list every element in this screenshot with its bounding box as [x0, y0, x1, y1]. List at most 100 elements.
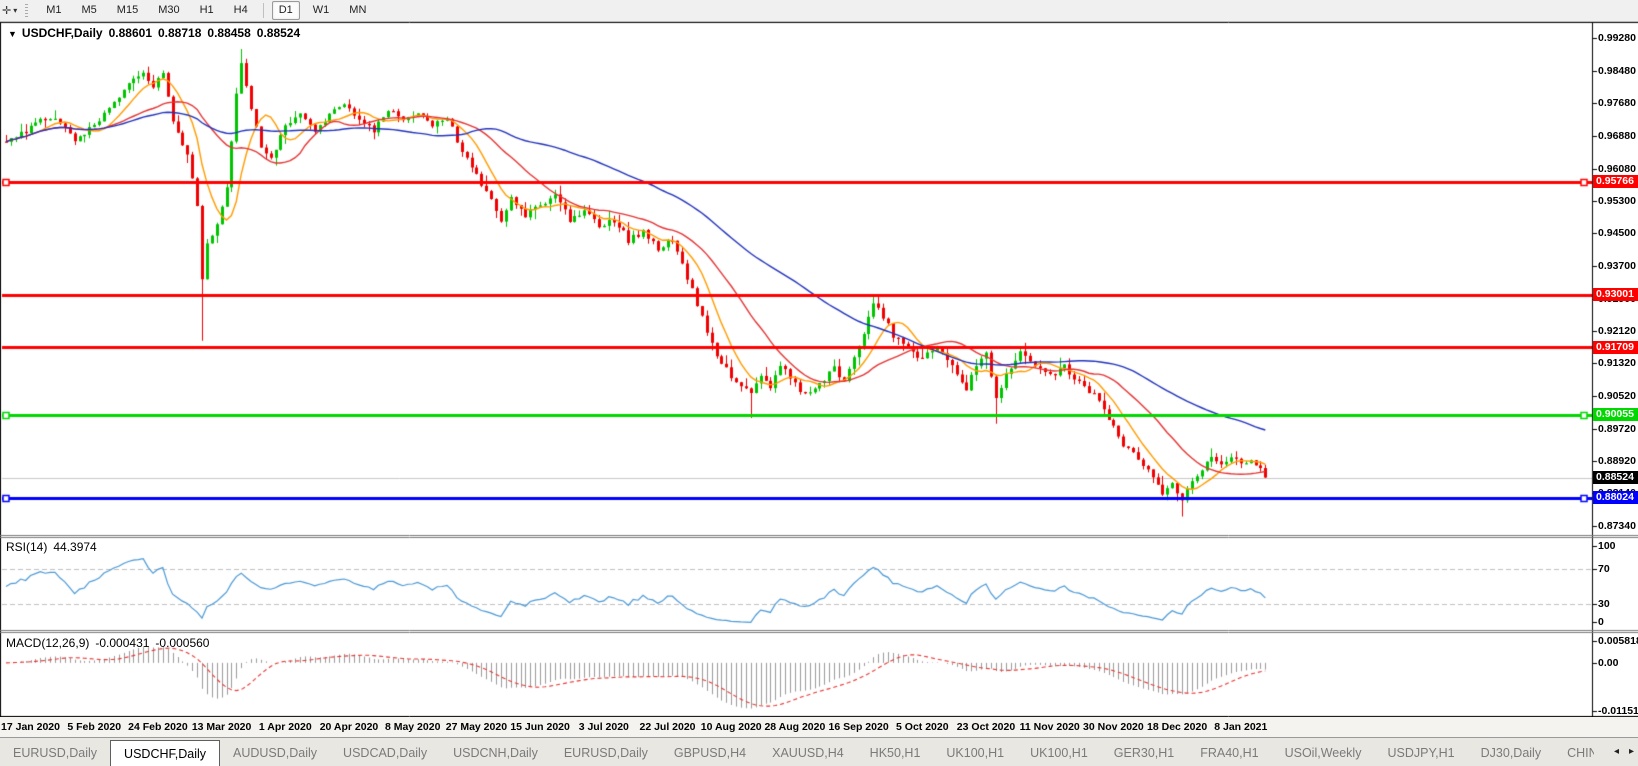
scroll-tabs-left-icon[interactable]: ◂: [1614, 746, 1619, 757]
timeframe-button-h4[interactable]: H4: [227, 1, 255, 20]
date-axis-label: 22 Jul 2020: [639, 721, 696, 733]
price-axis-label: 0.93700: [1598, 260, 1636, 272]
price-level-badge[interactable]: 0.91709: [1593, 340, 1638, 354]
price-axis-label: 0.95300: [1598, 194, 1636, 207]
chart-tab-china300-h1[interactable]: CHINA300,H1: [1554, 738, 1594, 766]
chart-tab-usdcad-daily[interactable]: USDCAD,Daily: [330, 738, 440, 766]
date-axis-label: 16 Sep 2020: [828, 721, 889, 733]
date-axis-label: 24 Feb 2020: [128, 721, 188, 733]
date-axis-label: 8 Jan 2021: [1214, 721, 1268, 733]
rsi-axis-label: 100: [1598, 540, 1616, 552]
chart-tab-usdcnh-daily[interactable]: USDCNH,Daily: [440, 738, 551, 766]
rsi-axis-label: 70: [1598, 563, 1610, 576]
date-axis-label: 10 Aug 2020: [700, 721, 762, 733]
chart-tab-audusd-daily[interactable]: AUDUSD,Daily: [220, 738, 330, 766]
chart-tab-usoil-weekly[interactable]: USOil,Weekly: [1272, 738, 1375, 766]
date-axis-label: 23 Oct 2020: [956, 721, 1016, 733]
price-axis-label: 0.96080: [1598, 162, 1636, 175]
price-level-badge[interactable]: 0.90055: [1593, 408, 1638, 422]
timeframe-button-m1[interactable]: M1: [39, 1, 68, 20]
chart-tab-eurusd-daily[interactable]: EURUSD,Daily: [0, 738, 110, 766]
chart-tab-xauusd-h4[interactable]: XAUUSD,H4: [759, 738, 857, 766]
timeframe-button-mn[interactable]: MN: [342, 1, 373, 20]
date-axis-label: 1 Apr 2020: [258, 721, 312, 733]
date-axis-label: 27 May 2020: [445, 721, 508, 733]
price-axis-label: 0.99280: [1598, 31, 1636, 44]
chart-tab-eurusd-daily[interactable]: EURUSD,Daily: [551, 738, 661, 766]
scroll-tabs-right-icon[interactable]: ▸: [1629, 746, 1634, 757]
close-price-value: 0.88524: [256, 26, 301, 40]
macd-axis-label: 0.00: [1598, 656, 1619, 669]
chart-tab-ger30-h1[interactable]: GER30,H1: [1101, 738, 1187, 766]
chart-tab-uk100-h1[interactable]: UK100,H1: [1017, 738, 1101, 766]
date-axis-label: 20 Apr 2020: [319, 721, 379, 733]
chart-tab-usdchf-daily[interactable]: USDCHF,Daily: [110, 740, 220, 766]
timeframe-button-m30[interactable]: M30: [151, 1, 186, 20]
macd-indicator-label: MACD(12,26,9) -0.000431 -0.000560: [6, 636, 215, 650]
date-axis-label: 30 Nov 2020: [1083, 721, 1144, 733]
pointer-tool-icon[interactable]: ✛: [2, 4, 11, 17]
current-price-badge: 0.88524: [1593, 471, 1638, 485]
date-axis-label: 5 Oct 2020: [896, 721, 949, 733]
rsi-name: RSI(14): [6, 540, 48, 554]
mt4-terminal-window: ✛ ▾ M1 M5 M15 M30 H1 H4 D1 W1 MN ▼ USDCHF,Daily 0.…: [0, 0, 1638, 766]
chart-tab-uk100-h1[interactable]: UK100,H1: [933, 738, 1017, 766]
chevron-down-icon[interactable]: ▾: [13, 6, 17, 15]
chart-tab-gbpusd-h4[interactable]: GBPUSD,H4: [661, 738, 759, 766]
timeframe-button-m5[interactable]: M5: [75, 1, 104, 20]
rsi-axis-label: 0: [1598, 616, 1604, 628]
price-axis-label: 0.92120: [1598, 324, 1636, 337]
macd-axis-label: 0.005818: [1598, 635, 1638, 647]
timeframe-button-m15[interactable]: M15: [110, 1, 145, 20]
macd-name: MACD(12,26,9): [6, 636, 90, 650]
price-axis-label: 0.91320: [1598, 357, 1636, 370]
price-axis-label: 0.98480: [1598, 64, 1636, 77]
price-axis-label: 0.96880: [1598, 130, 1636, 143]
price-axis-label: 0.87340: [1598, 519, 1636, 532]
macd-signal-value: -0.000560: [155, 636, 210, 650]
price-chart-canvas[interactable]: [0, 0, 1638, 766]
date-axis-label: 18 Dec 2020: [1147, 721, 1208, 733]
price-axis-label: 0.88920: [1598, 455, 1636, 468]
rsi-current-value: 44.3974: [53, 540, 97, 554]
macd-main-value: -0.000431: [95, 636, 150, 650]
symbol-period-label: USDCHF,Daily: [21, 26, 103, 40]
macd-axis-label: -0.011514: [1598, 705, 1638, 717]
chart-tab-hk50-h1[interactable]: HK50,H1: [857, 738, 934, 766]
price-level-badge[interactable]: 0.95766: [1593, 175, 1638, 189]
chart-tabs-bar: EURUSD,Daily USDCHF,Daily AUDUSD,Daily USDC…: [0, 737, 1638, 766]
timeframe-toolbar: ✛ ▾ M1 M5 M15 M30 H1 H4 D1 W1 MN: [0, 0, 1638, 22]
rsi-axis-label: 30: [1598, 597, 1610, 610]
tab-scroll-controls: ◂ ▸: [1614, 737, 1634, 766]
chart-tabs-track: EURUSD,Daily USDCHF,Daily AUDUSD,Daily USDC…: [0, 738, 1594, 766]
date-axis-label: 15 Jun 2020: [510, 721, 570, 733]
high-price-value: 0.88718: [158, 26, 202, 40]
price-axis-label: 0.97680: [1598, 97, 1636, 110]
chart-tab-fra40-h1[interactable]: FRA40,H1: [1187, 738, 1271, 766]
price-level-badge[interactable]: 0.93001: [1593, 288, 1638, 302]
timeframe-button-h1[interactable]: H1: [193, 1, 221, 20]
date-axis-label: 5 Feb 2020: [67, 721, 122, 733]
price-axis-label: 0.89720: [1598, 422, 1636, 435]
low-price-value: 0.88458: [207, 26, 251, 40]
timeframe-button-w1[interactable]: W1: [306, 1, 337, 20]
date-axis-label: 8 May 2020: [384, 721, 441, 733]
date-axis-label: 28 Aug 2020: [764, 721, 826, 733]
chart-tab-usdjpy-h1[interactable]: USDJPY,H1: [1374, 738, 1467, 766]
timeframe-button-group: M1 M5 M15 M30 H1 H4 D1 W1 MN: [36, 1, 376, 20]
price-axis-label: 0.90520: [1598, 389, 1636, 402]
date-axis-label: 13 Mar 2020: [191, 721, 252, 733]
date-axis-label: 3 Jul 2020: [578, 721, 629, 733]
date-axis-label: 11 Nov 2020: [1019, 721, 1080, 733]
open-price-value: 0.88601: [108, 26, 152, 40]
price-level-badge[interactable]: 0.88024: [1593, 491, 1638, 505]
toolbar-separator: [262, 3, 264, 18]
date-axis-label: 17 Jan 2020: [1, 721, 60, 733]
collapse-chart-icon[interactable]: ▼: [8, 29, 17, 39]
rsi-indicator-label: RSI(14) 44.3974: [6, 540, 103, 554]
toolbar-grip-handle[interactable]: [25, 3, 29, 18]
timeframe-button-d1[interactable]: D1: [271, 1, 300, 20]
chart-tab-dj30-daily[interactable]: DJ30,Daily: [1468, 738, 1554, 766]
price-axis-label: 0.94500: [1598, 227, 1636, 240]
chart-title: ▼ USDCHF,Daily 0.88601 0.88718 0.88458 0.8852…: [8, 26, 306, 40]
